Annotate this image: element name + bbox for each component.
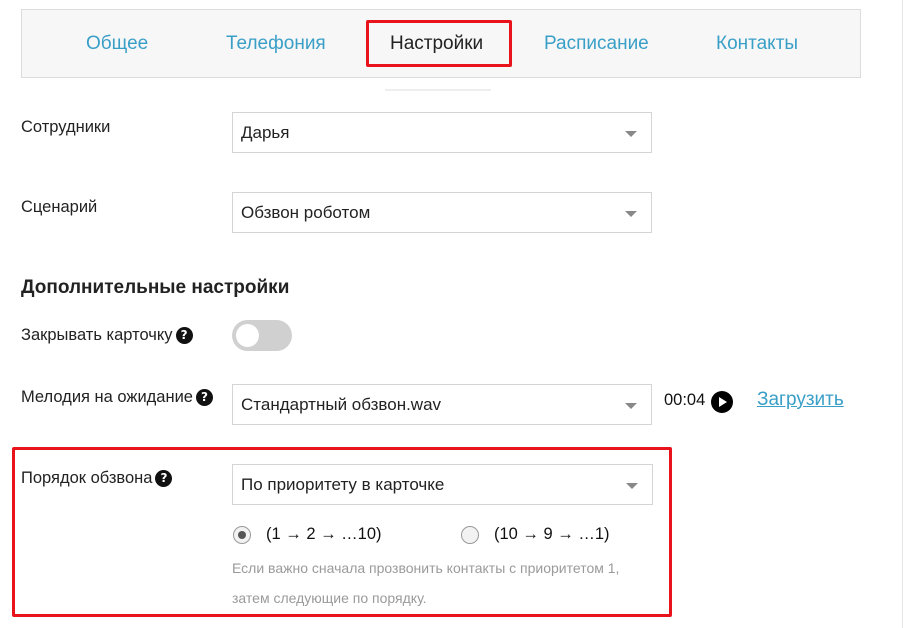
hold-melody-label: Мелодия на ожидание? bbox=[21, 387, 213, 407]
tab-highlight-frame bbox=[366, 20, 512, 67]
scenario-select-value: Обзвон роботом bbox=[241, 202, 371, 222]
question-circle-icon[interactable]: ? bbox=[175, 327, 193, 345]
order-ascending-label[interactable]: (1 → 2 → …10) bbox=[266, 525, 382, 544]
tab-contacts[interactable]: Контакты bbox=[716, 34, 798, 54]
melody-duration: 00:04 bbox=[664, 391, 706, 409]
hold-melody-select[interactable]: Стандартный обзвон.wav bbox=[232, 384, 652, 425]
call-order-select-value: По приоритету в карточке bbox=[241, 474, 445, 494]
employees-label: Сотрудники bbox=[21, 118, 111, 136]
call-order-hint-line2: затем следующие по порядку. bbox=[232, 590, 427, 606]
tab-telephony[interactable]: Телефония bbox=[226, 34, 326, 54]
tab-schedule[interactable]: Расписание bbox=[544, 34, 649, 54]
call-order-label-text: Порядок обзвона bbox=[21, 469, 153, 487]
question-circle-icon[interactable]: ? bbox=[155, 470, 173, 488]
close-card-label-text: Закрывать карточку bbox=[21, 326, 173, 344]
active-tab-indicator bbox=[385, 89, 491, 91]
hold-melody-label-text: Мелодия на ожидание bbox=[21, 388, 193, 406]
play-circle-icon[interactable] bbox=[711, 391, 733, 413]
toggle-knob bbox=[236, 324, 259, 347]
close-card-label: Закрывать карточку? bbox=[21, 325, 193, 345]
question-circle-icon[interactable]: ? bbox=[195, 389, 213, 407]
order-descending-radio[interactable] bbox=[461, 526, 479, 544]
upload-melody-link[interactable]: Загрузить bbox=[757, 389, 844, 411]
call-order-select[interactable]: По приоритету в карточке bbox=[232, 464, 653, 505]
chevron-down-icon bbox=[626, 482, 638, 489]
order-ascending-radio[interactable] bbox=[233, 526, 251, 544]
order-descending-label[interactable]: (10 → 9 → …1) bbox=[494, 525, 610, 544]
tab-general[interactable]: Общее bbox=[86, 34, 148, 54]
scenario-select[interactable]: Обзвон роботом bbox=[232, 192, 652, 233]
call-order-label: Порядок обзвона? bbox=[21, 468, 173, 488]
employees-select[interactable]: Дарья bbox=[232, 112, 652, 153]
chevron-down-icon bbox=[625, 130, 637, 137]
call-order-hint-line1: Если важно сначала прозвонить контакты с… bbox=[232, 560, 620, 576]
scenario-label: Сценарий bbox=[21, 198, 98, 216]
close-card-toggle[interactable] bbox=[232, 320, 292, 351]
hold-melody-select-value: Стандартный обзвон.wav bbox=[241, 394, 442, 414]
chevron-down-icon bbox=[625, 402, 637, 409]
chevron-down-icon bbox=[625, 210, 637, 217]
employees-select-value: Дарья bbox=[241, 122, 290, 142]
scrollbar-track[interactable] bbox=[902, 0, 903, 628]
advanced-settings-heading: Дополнительные настройки bbox=[21, 277, 290, 298]
